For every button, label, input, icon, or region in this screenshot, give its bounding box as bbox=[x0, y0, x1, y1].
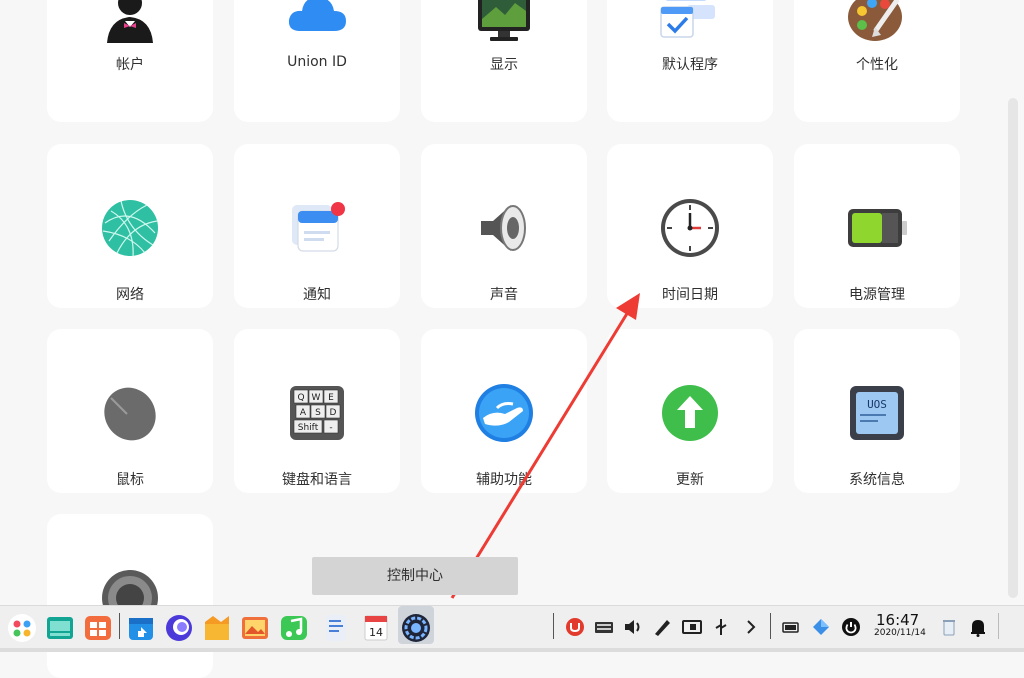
card-network[interactable]: 网络 bbox=[47, 144, 213, 308]
calendar-icon[interactable]: 14 bbox=[360, 612, 392, 644]
palette-icon bbox=[844, 0, 910, 47]
display-icon bbox=[471, 0, 537, 47]
network-tray-icon[interactable] bbox=[810, 616, 832, 638]
clock-date[interactable]: 2020/11/14 bbox=[874, 628, 926, 638]
card-power[interactable]: 电源管理 bbox=[794, 144, 960, 308]
notification-bell-icon[interactable] bbox=[967, 616, 989, 638]
settings-grid: 帐户 Union ID 显示 默认程序 个性化 网络 通知 声音 时间日期 电源… bbox=[0, 0, 1024, 678]
music-player-icon[interactable] bbox=[278, 612, 310, 644]
card-label: 辅助功能 bbox=[476, 472, 532, 488]
card-general[interactable] bbox=[47, 514, 213, 678]
system-info-icon: UOS bbox=[844, 380, 910, 446]
card-keyboard[interactable]: Q W E A S D Shift - 键盘和语言 bbox=[234, 329, 400, 493]
card-union-id[interactable]: Union ID bbox=[234, 0, 400, 122]
clock-icon bbox=[657, 195, 723, 261]
card-label: 个性化 bbox=[856, 57, 898, 73]
card-personalization[interactable]: 个性化 bbox=[794, 0, 960, 122]
card-system-info[interactable]: UOS 系统信息 bbox=[794, 329, 960, 493]
document-viewer-icon[interactable] bbox=[320, 612, 352, 644]
keyboard-icon: Q W E A S D Shift - bbox=[284, 380, 350, 446]
battery-icon bbox=[844, 195, 910, 261]
card-sound[interactable]: 声音 bbox=[421, 144, 587, 308]
card-account[interactable]: 帐户 bbox=[47, 0, 213, 122]
accessibility-icon bbox=[471, 380, 537, 446]
card-label: 帐户 bbox=[116, 57, 144, 73]
bottom-strip bbox=[0, 648, 1024, 652]
card-label: 网络 bbox=[116, 287, 144, 303]
volume-icon[interactable] bbox=[622, 616, 644, 638]
taskbar-separator bbox=[119, 613, 120, 639]
power-icon[interactable] bbox=[840, 616, 862, 638]
notification-icon bbox=[284, 195, 350, 261]
control-center-icon[interactable] bbox=[400, 612, 432, 644]
cloud-icon bbox=[284, 0, 350, 47]
screen-projection-icon[interactable] bbox=[681, 616, 703, 638]
keycap-label: Q bbox=[297, 393, 304, 403]
trash-icon[interactable] bbox=[938, 616, 960, 638]
launcher-icon[interactable] bbox=[6, 612, 38, 644]
app-store-bag-icon[interactable] bbox=[125, 612, 157, 644]
expand-tray-chevron-icon[interactable] bbox=[740, 616, 762, 638]
keycap-label: Shift bbox=[298, 423, 319, 433]
browser-icon[interactable] bbox=[163, 612, 195, 644]
card-label: 时间日期 bbox=[662, 287, 718, 303]
app-store-icon[interactable] bbox=[82, 612, 114, 644]
card-update[interactable]: 更新 bbox=[607, 329, 773, 493]
scrollbar[interactable] bbox=[1008, 0, 1022, 600]
keycap-label: - bbox=[329, 423, 332, 433]
card-datetime[interactable]: 时间日期 bbox=[607, 144, 773, 308]
card-label: 声音 bbox=[490, 287, 518, 303]
speaker-icon bbox=[471, 195, 537, 261]
uos-badge: UOS bbox=[867, 398, 887, 411]
update-icon bbox=[657, 380, 723, 446]
card-notification[interactable]: 通知 bbox=[234, 144, 400, 308]
pen-icon[interactable] bbox=[651, 616, 673, 638]
keyboard-tray-icon[interactable] bbox=[593, 616, 615, 638]
input-method-icon[interactable] bbox=[564, 616, 586, 638]
file-manager-icon[interactable] bbox=[201, 612, 233, 644]
card-accessibility[interactable]: 辅助功能 bbox=[421, 329, 587, 493]
mouse-icon bbox=[97, 380, 163, 446]
calendar-day: 14 bbox=[369, 626, 383, 639]
image-viewer-icon[interactable] bbox=[239, 612, 271, 644]
card-label: 键盘和语言 bbox=[282, 472, 352, 488]
default-apps-icon bbox=[657, 0, 723, 47]
usb-icon[interactable] bbox=[710, 616, 732, 638]
card-label: 电源管理 bbox=[849, 287, 905, 303]
keycap-label: E bbox=[328, 393, 334, 403]
taskbar-separator bbox=[553, 613, 554, 639]
tooltip-control-center: 控制中心 bbox=[312, 557, 518, 595]
multitask-view-icon[interactable] bbox=[44, 612, 76, 644]
card-display[interactable]: 显示 bbox=[421, 0, 587, 122]
scrollbar-thumb[interactable] bbox=[1008, 98, 1018, 598]
card-label: 更新 bbox=[676, 472, 704, 488]
keycap-label: S bbox=[315, 408, 321, 418]
card-label: 通知 bbox=[303, 287, 331, 303]
card-label: 系统信息 bbox=[849, 472, 905, 488]
card-default-apps[interactable]: 默认程序 bbox=[607, 0, 773, 122]
card-label: 鼠标 bbox=[116, 472, 144, 488]
network-icon bbox=[97, 195, 163, 261]
keycap-label: A bbox=[300, 408, 307, 418]
keycap-label: W bbox=[312, 393, 321, 403]
taskbar-separator bbox=[770, 613, 771, 639]
card-label: 默认程序 bbox=[662, 57, 718, 73]
card-label: Union ID bbox=[287, 54, 347, 70]
card-label: 显示 bbox=[490, 57, 518, 73]
clock-time[interactable]: 16:47 bbox=[876, 611, 919, 629]
card-mouse[interactable]: 鼠标 bbox=[47, 329, 213, 493]
keycap-label: D bbox=[330, 408, 337, 418]
battery-tray-icon[interactable] bbox=[780, 616, 802, 638]
taskbar-separator bbox=[998, 613, 999, 639]
account-icon bbox=[97, 0, 163, 47]
